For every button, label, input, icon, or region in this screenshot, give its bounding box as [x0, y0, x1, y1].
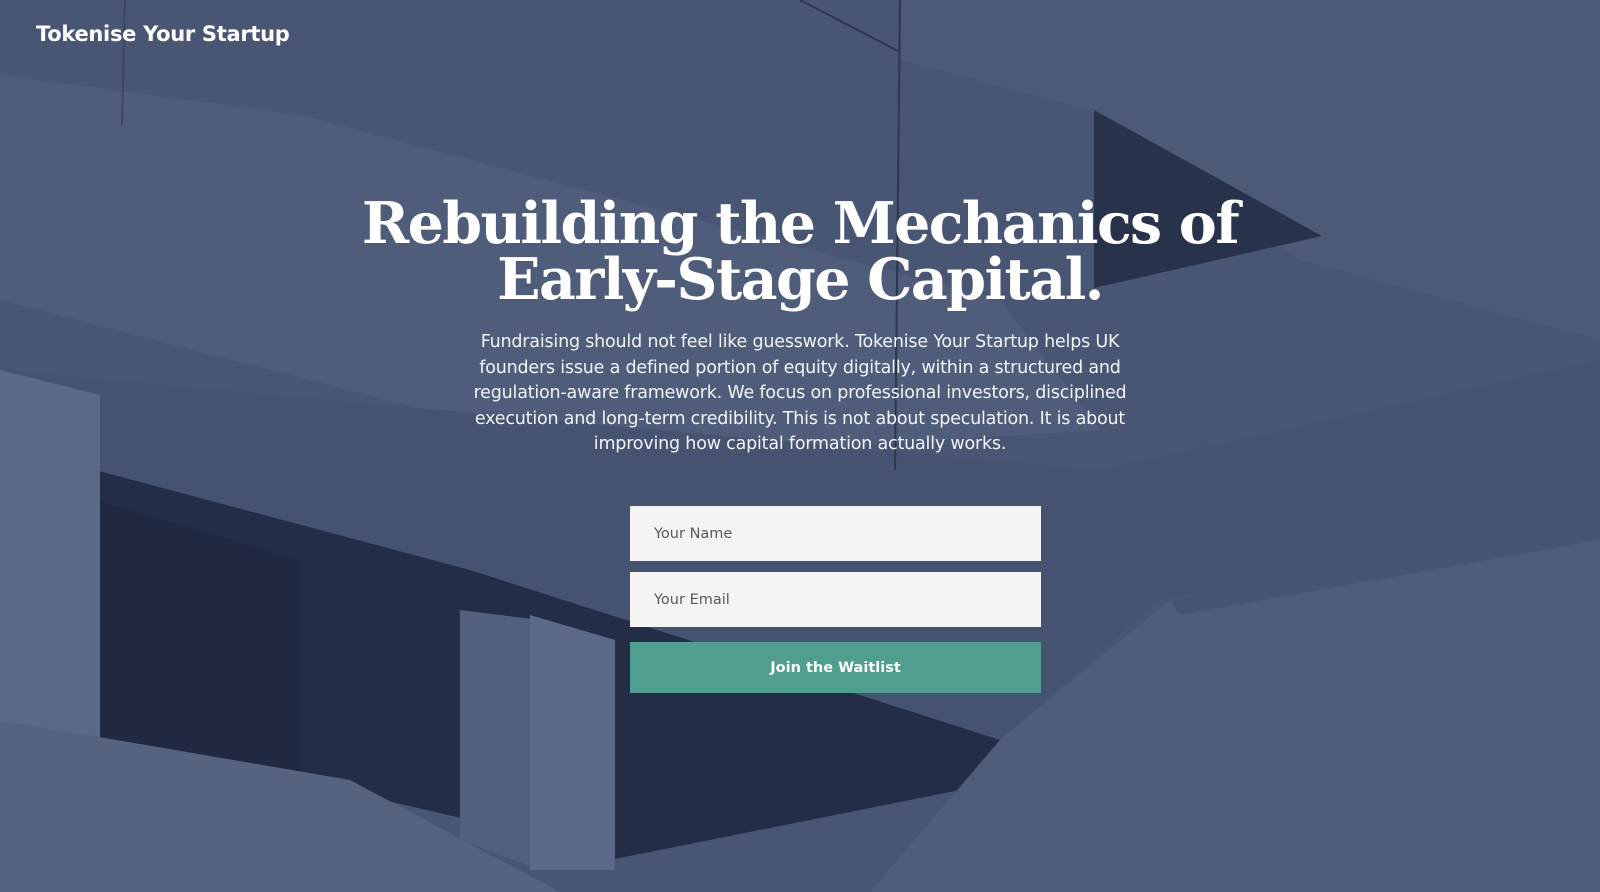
- hero-description: Fundraising should not feel like guesswo…: [473, 332, 1127, 454]
- name-field[interactable]: [630, 506, 1041, 561]
- hero-headline: Rebuilding the Mechanics of Early-Stage …: [350, 190, 1250, 313]
- join-waitlist-button[interactable]: Join the Waitlist: [630, 642, 1041, 693]
- brand-logo-link[interactable]: Tokenise Your Startup: [36, 22, 290, 46]
- hero-headline-line-2: Early-Stage Capital.: [497, 246, 1104, 313]
- hero-headline-line-1: Rebuilding the Mechanics of: [361, 190, 1240, 257]
- hero-content: Rebuilding the Mechanics of Early-Stage …: [0, 190, 1600, 458]
- email-field[interactable]: [630, 572, 1041, 627]
- waitlist-form: Join the Waitlist: [630, 506, 1041, 693]
